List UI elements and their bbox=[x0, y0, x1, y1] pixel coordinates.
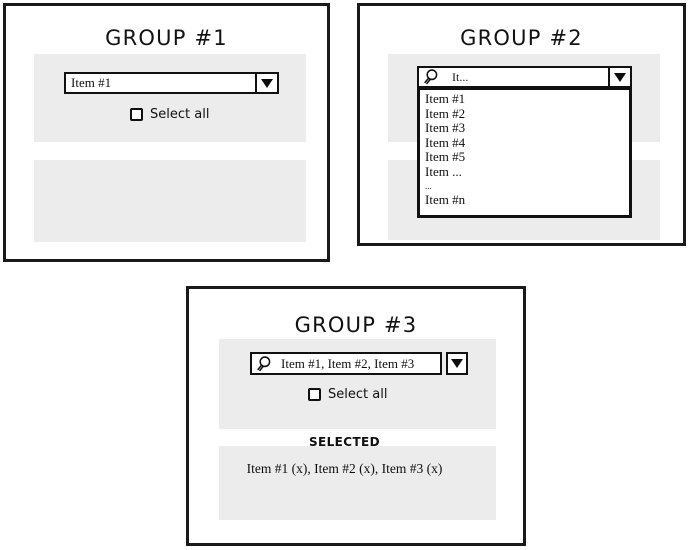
checkbox-icon[interactable] bbox=[308, 388, 321, 401]
selected-items-text: Item #1 (x), Item #2 (x), Item #3 (x) bbox=[246, 461, 443, 476]
list-item[interactable]: Item #n bbox=[425, 192, 629, 208]
group-3-selected-panel bbox=[219, 446, 496, 520]
caret-shape bbox=[261, 78, 273, 88]
group-3-selected-value: Item #1, Item #2, Item #3 bbox=[281, 355, 415, 371]
chevron-down-icon[interactable] bbox=[610, 66, 632, 88]
group-1-select-all-label: Select all bbox=[150, 107, 210, 122]
list-item[interactable]: Item #5 bbox=[425, 150, 629, 165]
group-2-dropdown-list[interactable]: Item #1 Item #2 Item #3 Item #4 Item #5 … bbox=[417, 87, 632, 218]
chevron-down-icon[interactable] bbox=[257, 72, 279, 94]
caret-shape bbox=[614, 72, 626, 82]
group-3-card: GROUP #3 bbox=[186, 286, 526, 546]
group-2-search-combobox[interactable]: It... bbox=[417, 66, 632, 88]
group-1-results-panel bbox=[34, 160, 306, 242]
group-1-select-all-row[interactable]: Select all bbox=[130, 108, 209, 121]
group-1-controls-panel bbox=[34, 54, 306, 142]
list-item-ellipsis: ... bbox=[425, 180, 432, 191]
group-3-select-all-row[interactable]: Select all bbox=[308, 388, 387, 401]
group-3-title: GROUP #3 bbox=[294, 313, 418, 337]
list-item[interactable]: Item #3 bbox=[425, 121, 629, 136]
list-item[interactable]: Item #2 bbox=[425, 106, 629, 122]
group-3-search-field[interactable]: Item #1, Item #2, Item #3 bbox=[250, 352, 442, 375]
group-2-title: GROUP #2 bbox=[460, 26, 583, 50]
caret-shape bbox=[451, 359, 463, 368]
group-1-title: GROUP #1 bbox=[105, 26, 228, 50]
group-2-search-placeholder: It... bbox=[452, 69, 469, 84]
group-1-card: GROUP #1 Item #1 Select all bbox=[3, 3, 330, 262]
group-2-search-field[interactable]: It... bbox=[417, 66, 610, 88]
list-item[interactable]: Item ... bbox=[425, 164, 629, 180]
checkbox-icon[interactable] bbox=[130, 108, 143, 121]
group-3-search-combobox[interactable]: Item #1, Item #2, Item #3 bbox=[250, 352, 468, 375]
list-item[interactable]: Item #1 bbox=[425, 91, 629, 107]
chevron-down-icon[interactable] bbox=[446, 352, 468, 375]
list-item[interactable]: Item #4 bbox=[425, 135, 629, 151]
group-1-combobox[interactable]: Item #1 bbox=[64, 72, 279, 94]
group-1-combobox-value[interactable]: Item #1 bbox=[64, 72, 257, 94]
search-icon bbox=[257, 355, 271, 371]
group-3-select-all-label: Select all bbox=[328, 387, 388, 402]
search-icon bbox=[424, 69, 438, 85]
selected-heading: SELECTED bbox=[308, 435, 381, 449]
